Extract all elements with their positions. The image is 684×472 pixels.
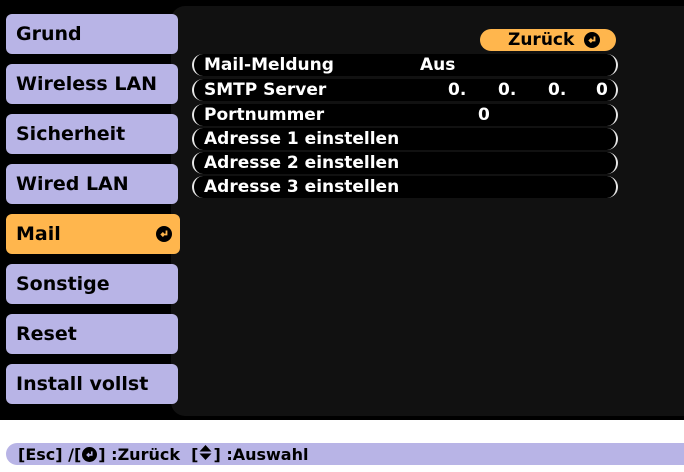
key-help-bar: [Esc] /[ ] :Zurück [ ] :Auswahl (6, 443, 684, 465)
mail-notification-row[interactable]: Mail-Meldung Aus (192, 54, 618, 76)
sidebar-item-label: Wireless LAN (16, 73, 158, 95)
sidebar-item-sicherheit[interactable]: Sicherheit (6, 114, 178, 154)
address-2-label: Adresse 2 einstellen (204, 153, 400, 173)
back-button[interactable]: Zurück (480, 29, 616, 51)
sidebar-item-label: Sonstige (16, 273, 110, 295)
mail-notification-label: Mail-Meldung (204, 55, 334, 75)
address-2-row[interactable]: Adresse 2 einstellen (192, 152, 618, 174)
smtp-octet-3: 0. (548, 80, 567, 100)
sidebar-item-mail[interactable]: Mail (6, 214, 180, 254)
enter-icon (82, 446, 98, 462)
address-3-row[interactable]: Adresse 3 einstellen (192, 176, 618, 198)
sidebar-item-label: Reset (16, 323, 77, 345)
back-hint-text: ] :Zurück [ (98, 444, 199, 464)
select-hint-text: ] :Auswahl (213, 444, 309, 464)
smtp-octet-4: 0 (596, 80, 608, 100)
back-button-label: Zurück (508, 30, 575, 50)
enter-icon (584, 32, 600, 48)
sidebar-item-label: Sicherheit (16, 123, 126, 145)
sidebar-item-wired-lan[interactable]: Wired LAN (6, 164, 178, 204)
smtp-server-row[interactable]: SMTP Server 0. 0. 0. 0 (192, 79, 618, 101)
sidebar-item-install-vollst[interactable]: Install vollst (6, 364, 178, 404)
esc-back-hint: [Esc] /[ (18, 444, 82, 464)
sidebar-item-grund[interactable]: Grund (6, 14, 178, 54)
mail-notification-value: Aus (420, 55, 456, 75)
up-down-arrow-icon (199, 444, 212, 464)
sidebar-item-label: Mail (16, 223, 61, 245)
address-1-label: Adresse 1 einstellen (204, 129, 400, 149)
address-1-row[interactable]: Adresse 1 einstellen (192, 128, 618, 150)
sidebar-item-sonstige[interactable]: Sonstige (6, 264, 178, 304)
address-3-label: Adresse 3 einstellen (204, 177, 400, 197)
smtp-server-label: SMTP Server (204, 80, 327, 100)
port-number-row[interactable]: Portnummer 0 (192, 104, 618, 126)
sidebar-item-label: Wired LAN (16, 173, 129, 195)
smtp-octet-1: 0. (448, 80, 467, 100)
sidebar-item-label: Install vollst (16, 373, 149, 395)
port-number-label: Portnummer (204, 105, 325, 125)
sidebar-item-label: Grund (16, 23, 82, 45)
enter-icon (156, 226, 172, 242)
port-number-value: 0 (478, 105, 490, 125)
sidebar-item-wireless-lan[interactable]: Wireless LAN (6, 64, 178, 104)
sidebar-item-reset[interactable]: Reset (6, 314, 178, 354)
smtp-octet-2: 0. (498, 80, 517, 100)
